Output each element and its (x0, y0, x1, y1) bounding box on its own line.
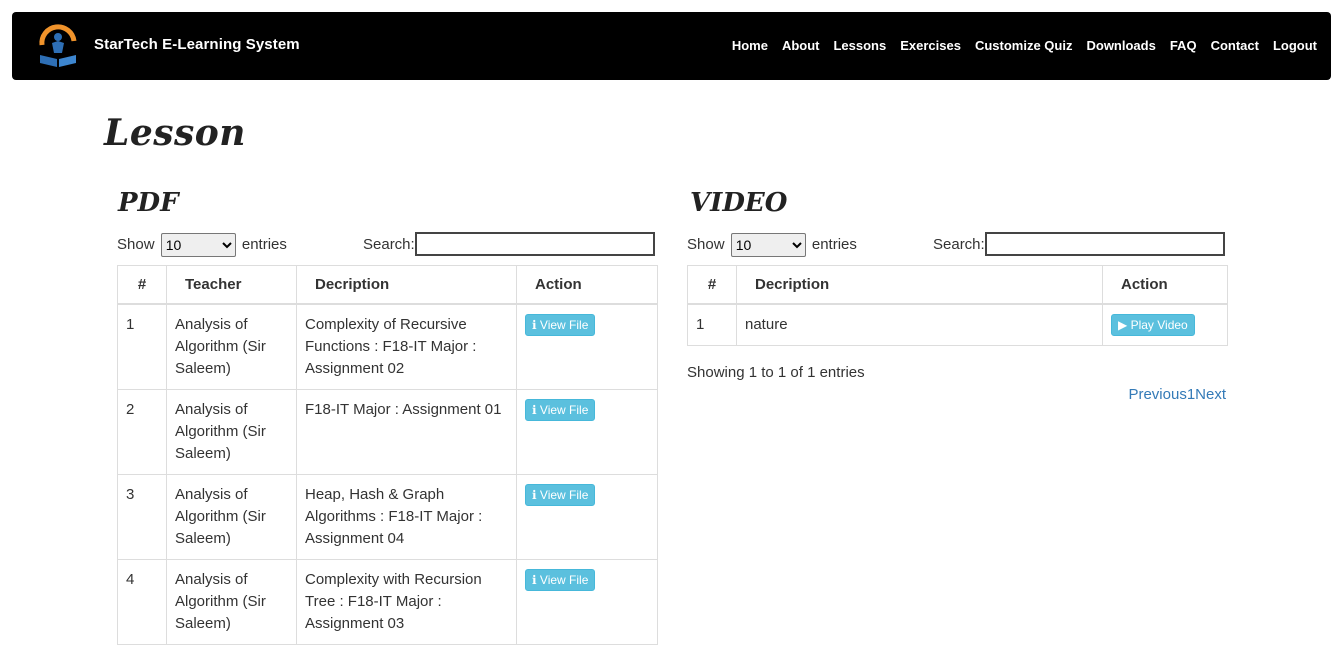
pdf-search-input[interactable] (414, 232, 655, 256)
row-description: Complexity of Recursive Functions : F18-… (296, 303, 517, 390)
pdf-table: # Teacher Decription Action 1 Analysis o… (117, 265, 658, 645)
nav-logout[interactable]: Logout (1273, 38, 1317, 53)
pdf-page-size-select[interactable]: 10 (160, 233, 236, 257)
video-search-label: Search: (933, 235, 985, 253)
pdf-search-label: Search: (363, 235, 415, 253)
row-action-cell: ▶ Play Video (1102, 303, 1228, 346)
top-navbar: StarTech E-Learning System Home About Le… (12, 12, 1331, 80)
pdf-col-teacher[interactable]: Teacher (166, 265, 297, 305)
pagination-previous[interactable]: Previous (1128, 386, 1186, 403)
video-table: # Decription Action 1 nature ▶ Play Vide… (687, 265, 1228, 346)
table-row: 1 Analysis of Algorithm (Sir Saleem) Com… (117, 303, 658, 390)
view-file-button[interactable]: ℹ View File (525, 313, 596, 336)
play-video-button[interactable]: ▶ Play Video (1111, 313, 1195, 336)
row-action-cell: ℹ View File (516, 388, 658, 475)
page-title: Lesson (104, 112, 246, 154)
row-teacher: Analysis of Algorithm (Sir Saleem) (166, 303, 297, 390)
view-file-button[interactable]: ℹ View File (525, 398, 596, 421)
video-pagination: Previous1Next (1128, 386, 1226, 403)
pdf-show-label: Show (117, 235, 155, 253)
pdf-entries-label: entries (241, 235, 287, 253)
video-show-label: Show (687, 235, 725, 253)
nav-faq[interactable]: FAQ (1170, 38, 1197, 53)
pdf-section-title: PDF (118, 188, 179, 218)
video-length-control: Show 10 entries (687, 233, 857, 257)
video-page-size-select[interactable]: 10 (730, 233, 806, 257)
view-file-label: View File (539, 317, 589, 332)
view-file-button[interactable]: ℹ View File (525, 483, 596, 506)
row-num: 1 (687, 303, 737, 346)
row-action-cell: ℹ View File (516, 303, 658, 390)
row-num: 4 (117, 558, 167, 645)
row-num: 2 (117, 388, 167, 475)
pdf-table-header-row: # Teacher Decription Action (117, 265, 658, 305)
view-file-label: View File (539, 487, 589, 502)
video-section-title: VIDEO (690, 188, 788, 218)
row-teacher: Analysis of Algorithm (Sir Saleem) (166, 388, 297, 475)
row-num: 1 (117, 303, 167, 390)
row-description: Heap, Hash & Graph Algorithms : F18-IT M… (296, 473, 517, 560)
nav-contact[interactable]: Contact (1211, 38, 1259, 53)
row-teacher: Analysis of Algorithm (Sir Saleem) (166, 473, 297, 560)
view-file-label: View File (539, 572, 589, 587)
video-col-num[interactable]: # (687, 265, 737, 305)
pdf-col-action[interactable]: Action (516, 265, 658, 305)
row-description: nature (736, 303, 1103, 346)
startech-logo-icon[interactable] (36, 23, 80, 69)
brand-name[interactable]: StarTech E-Learning System (94, 36, 300, 53)
main-nav: Home About Lessons Exercises Customize Q… (732, 38, 1317, 53)
row-description: F18-IT Major : Assignment 01 (296, 388, 517, 475)
pagination-page-1[interactable]: 1 (1187, 386, 1195, 403)
video-table-header-row: # Decription Action (687, 265, 1228, 305)
info-icon: ℹ (532, 402, 537, 417)
video-col-action[interactable]: Action (1102, 265, 1228, 305)
view-file-label: View File (539, 402, 589, 417)
pdf-length-control: Show 10 entries (117, 233, 287, 257)
nav-exercises[interactable]: Exercises (900, 38, 961, 53)
nav-lessons[interactable]: Lessons (833, 38, 886, 53)
row-action-cell: ℹ View File (516, 473, 658, 560)
info-icon: ℹ (532, 572, 537, 587)
video-col-description[interactable]: Decription (736, 265, 1103, 305)
info-icon: ℹ (532, 317, 537, 332)
row-num: 3 (117, 473, 167, 560)
row-description: Complexity with Recursion Tree : F18-IT … (296, 558, 517, 645)
pagination-next[interactable]: Next (1195, 386, 1226, 403)
pdf-search: Search: (363, 232, 655, 256)
play-video-label: Play Video (1130, 317, 1188, 332)
nav-home[interactable]: Home (732, 38, 768, 53)
pdf-col-description[interactable]: Decription (296, 265, 517, 305)
table-row: 1 nature ▶ Play Video (687, 303, 1228, 346)
view-file-button[interactable]: ℹ View File (525, 568, 596, 591)
video-search-input[interactable] (984, 232, 1225, 256)
nav-about[interactable]: About (782, 38, 820, 53)
video-entries-label: entries (811, 235, 857, 253)
table-row: 3 Analysis of Algorithm (Sir Saleem) Hea… (117, 473, 658, 560)
table-row: 4 Analysis of Algorithm (Sir Saleem) Com… (117, 558, 658, 645)
nav-downloads[interactable]: Downloads (1086, 38, 1155, 53)
row-action-cell: ℹ View File (516, 558, 658, 645)
table-row: 2 Analysis of Algorithm (Sir Saleem) F18… (117, 388, 658, 475)
row-teacher: Analysis of Algorithm (Sir Saleem) (166, 558, 297, 645)
video-table-info: Showing 1 to 1 of 1 entries (687, 364, 865, 381)
info-icon: ℹ (532, 487, 537, 502)
video-search: Search: (933, 232, 1225, 256)
play-icon: ▶ (1118, 317, 1128, 332)
pdf-col-num[interactable]: # (117, 265, 167, 305)
nav-customize-quiz[interactable]: Customize Quiz (975, 38, 1073, 53)
